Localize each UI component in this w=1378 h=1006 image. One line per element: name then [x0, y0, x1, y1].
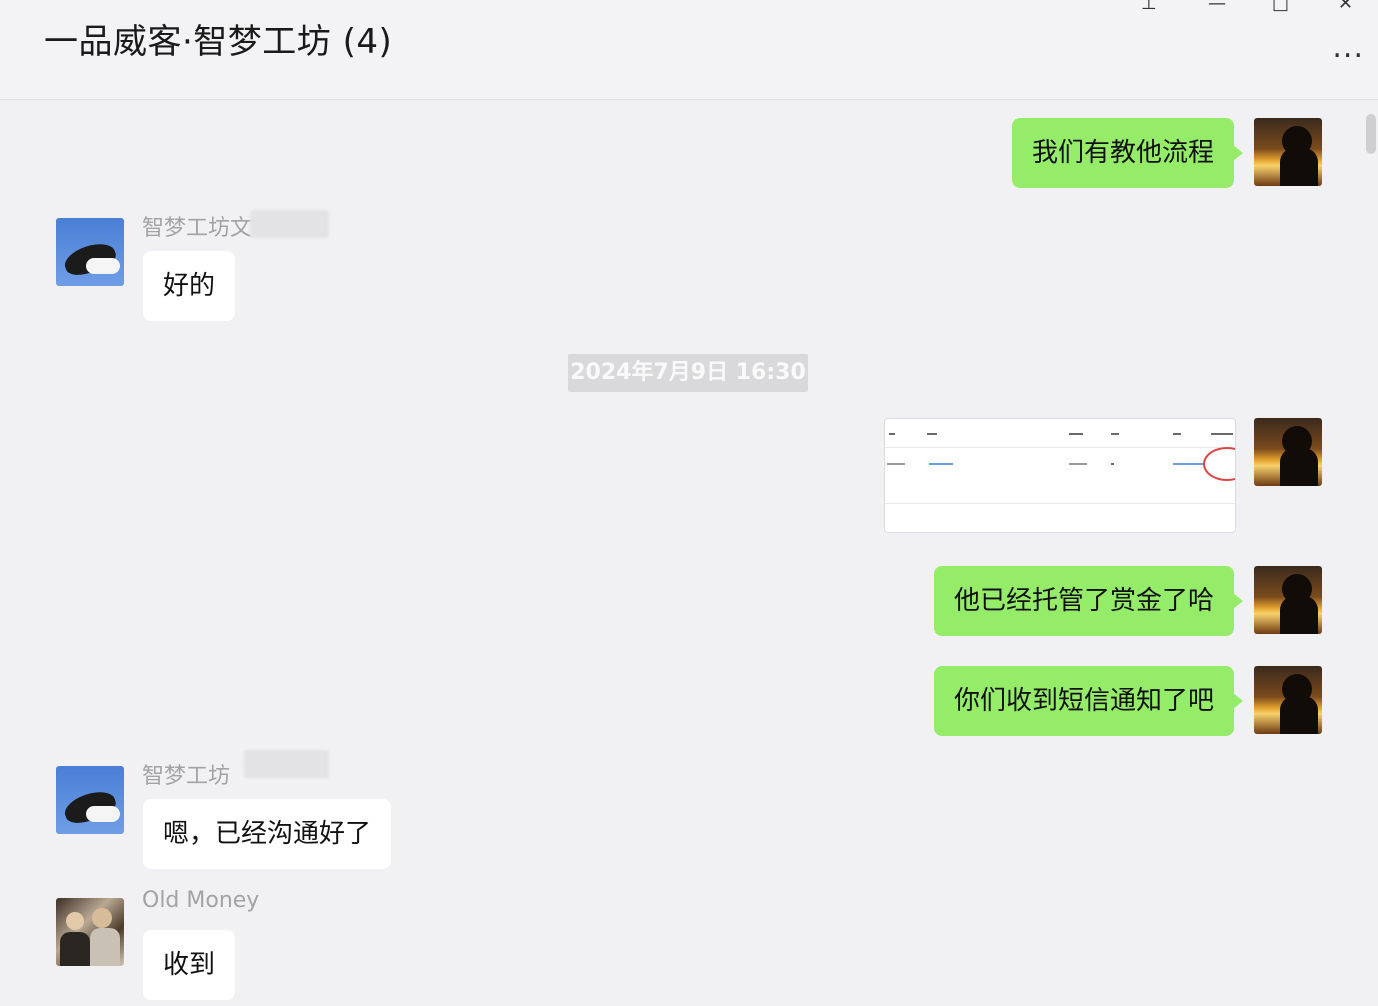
pin-icon[interactable]: ⊥ — [1141, 0, 1157, 14]
chat-header: 一品威客·智梦工坊 (4) ⊥ — □ ✕ ... — [0, 0, 1378, 100]
message-bubble-outgoing[interactable]: 你们收到短信通知了吧 — [933, 666, 1244, 736]
redacted-name — [244, 750, 329, 778]
image-message-screenshot-thumbnail[interactable] — [884, 418, 1236, 533]
my-avatar[interactable] — [1254, 118, 1322, 186]
sender-name: Old Money — [142, 888, 260, 913]
maximize-icon[interactable]: □ — [1272, 0, 1289, 14]
contact-avatar[interactable] — [56, 218, 124, 286]
message-timestamp: 2024年7月9日 16:30 — [568, 354, 808, 392]
minimize-icon[interactable]: — — [1208, 0, 1226, 14]
message-bubble-incoming[interactable]: 好的 — [143, 251, 236, 321]
my-avatar[interactable] — [1254, 666, 1322, 734]
sender-name: 智梦工坊文 — [142, 216, 253, 241]
redacted-name — [250, 210, 329, 238]
contact-avatar[interactable] — [56, 898, 124, 966]
chat-title: 一品威客·智梦工坊 (4) — [44, 22, 393, 62]
message-bubble-outgoing[interactable]: 他已经托管了赏金了哈 — [933, 566, 1244, 636]
scrollbar-thumb[interactable] — [1366, 114, 1376, 154]
message-bubble-incoming[interactable]: 嗯，已经沟通好了 — [143, 799, 392, 869]
contact-avatar[interactable] — [56, 766, 124, 834]
chat-window: 一品威客·智梦工坊 (4) ⊥ — □ ✕ ... 我们有教他流程 智梦工坊文 … — [0, 0, 1378, 1006]
message-bubble-outgoing[interactable]: 我们有教他流程 — [1011, 118, 1244, 188]
message-bubble-incoming[interactable]: 收到 — [143, 930, 236, 1000]
sender-name: 智梦工坊 — [142, 764, 231, 789]
my-avatar[interactable] — [1254, 418, 1322, 486]
more-options-button[interactable]: ... — [1332, 30, 1364, 65]
close-icon[interactable]: ✕ — [1338, 0, 1353, 14]
my-avatar[interactable] — [1254, 566, 1322, 634]
